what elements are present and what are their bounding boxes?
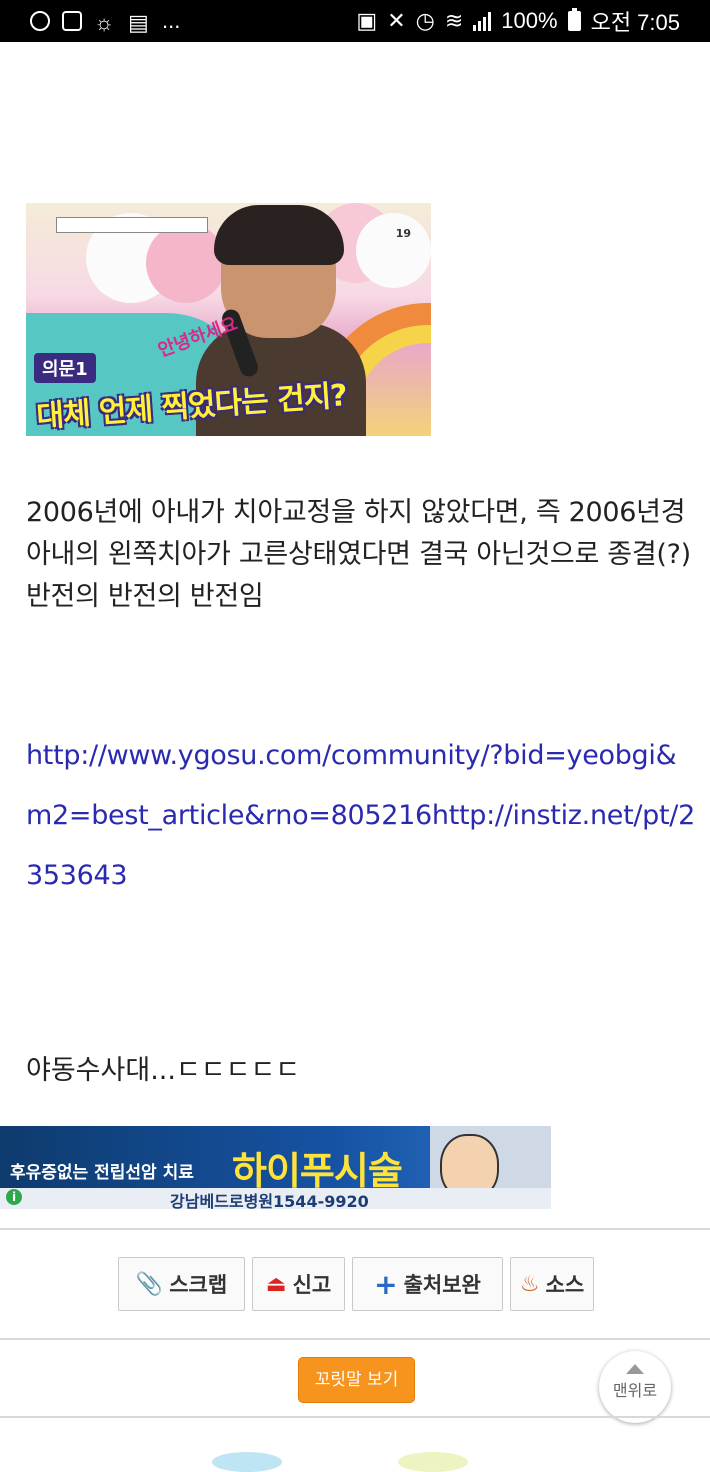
more-notifications: ... — [162, 8, 181, 33]
battery-icon — [567, 8, 581, 31]
plus-icon: + — [374, 1267, 398, 1301]
status-left: ☼ ▤ ... — [30, 6, 180, 36]
age-rating-badge: 19 — [395, 227, 411, 240]
article-image: 19 안녕하세요 의문1 대체 언제 찍었다는 건지? — [26, 203, 431, 436]
source-complement-button[interactable]: + 출처보완 — [352, 1257, 503, 1311]
scrap-button[interactable]: 📎 스크랩 — [118, 1257, 245, 1311]
broadcast-banner — [56, 217, 208, 233]
article-paragraph: 2006년에 아내가 치아교정을 하지 않았다면, 즉 2006년경 아내의 왼… — [26, 497, 691, 612]
divider — [0, 1228, 710, 1230]
divider — [0, 1416, 710, 1418]
alarm-icon: ◷ — [415, 8, 435, 33]
status-right: ▣ ✕ ◷ ≋ 100% 오전 7:05 — [356, 6, 680, 36]
app-notification-icon — [30, 11, 50, 31]
divider — [0, 1338, 710, 1340]
ad-hospital: 강남베드로병원1544-9920 — [170, 1192, 369, 1209]
mute-icon: ✕ — [387, 8, 406, 33]
bottle-icon: ♨ — [519, 1271, 540, 1297]
partial-icon — [212, 1452, 282, 1472]
view-comments-button[interactable]: 꼬릿말 보기 — [298, 1357, 415, 1403]
paperclip-icon: 📎 — [135, 1271, 164, 1297]
battery-percent: 100% — [501, 8, 558, 33]
ad-headline: 하이푸시술 — [232, 1149, 403, 1193]
partial-icon — [398, 1452, 468, 1472]
source-button[interactable]: ♨ 소스 — [510, 1257, 594, 1311]
balloon-decoration — [356, 213, 431, 288]
report-button[interactable]: ⏏ 신고 — [252, 1257, 345, 1311]
ad-banner[interactable]: 후유증없는 전립선암 치료 하이푸시술 i 강남베드로병원1544-9920 — [0, 1126, 551, 1209]
message-notification-icon: ▤ — [128, 10, 149, 35]
signal-icon — [473, 11, 492, 31]
image-notification-icon — [62, 11, 82, 31]
weather-icon: ☼ — [94, 10, 115, 35]
source-link[interactable]: http://www.ygosu.com/community/?bid=yeob… — [26, 726, 696, 906]
action-buttons: 📎 스크랩 ⏏ 신고 + 출처보완 ♨ 소스 — [118, 1257, 594, 1311]
scroll-to-top-button[interactable]: 맨위로 — [599, 1351, 671, 1423]
status-bar: ☼ ▤ ... ▣ ✕ ◷ ≋ 100% 오전 7:05 — [0, 0, 710, 42]
article-closing: 야동수사대...ㄷㄷㄷㄷㄷ — [26, 1055, 301, 1086]
wifi-icon: ≋ — [444, 8, 464, 33]
stamp-icon: ⏏ — [265, 1271, 287, 1297]
ad-subtext: 후유증없는 전립선암 치료 — [10, 1163, 194, 1183]
chevron-up-icon — [626, 1364, 644, 1374]
question-label: 의문1 — [34, 353, 96, 383]
clock: 오전 7:05 — [590, 10, 680, 35]
ad-info-icon[interactable]: i — [6, 1189, 22, 1205]
storage-icon: ▣ — [356, 8, 378, 33]
